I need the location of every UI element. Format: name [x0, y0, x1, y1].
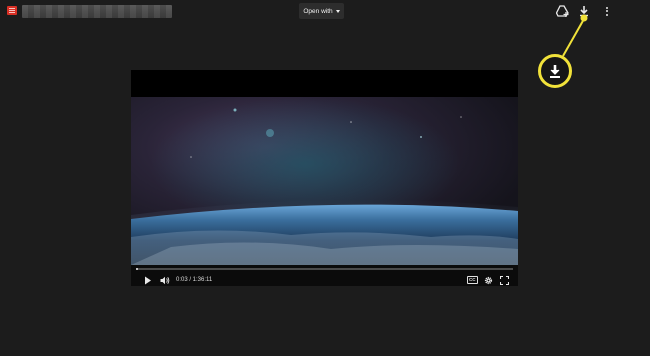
- progress-bar[interactable]: [136, 268, 513, 270]
- download-button[interactable]: [577, 4, 591, 18]
- fullscreen-icon: [500, 275, 509, 285]
- play-button[interactable]: [144, 275, 152, 285]
- volume-icon: [160, 276, 170, 284]
- download-callout-highlight: [538, 54, 572, 88]
- time-display: 0:03 / 1:36:11: [176, 277, 213, 283]
- add-to-drive-icon: [556, 5, 569, 17]
- more-options-button[interactable]: [600, 4, 614, 18]
- open-with-label: Open with: [303, 7, 333, 15]
- more-vert-icon: [606, 6, 608, 16]
- download-icon: [580, 6, 588, 17]
- file-name-blurred: [22, 5, 172, 18]
- earth-from-space-image: [131, 97, 518, 265]
- download-icon: [550, 65, 560, 78]
- settings-button[interactable]: [484, 275, 493, 285]
- file-video-icon: [7, 6, 17, 15]
- video-player[interactable]: 0:03 / 1:36:11 CC: [131, 70, 518, 286]
- chevron-down-icon: [335, 9, 340, 13]
- captions-icon: CC: [467, 276, 478, 284]
- captions-button[interactable]: CC: [467, 275, 478, 285]
- volume-button[interactable]: [160, 275, 170, 285]
- play-icon: [145, 276, 151, 284]
- gear-icon: [484, 276, 493, 284]
- progress-fill: [136, 268, 138, 270]
- open-with-button[interactable]: Open with: [299, 3, 344, 19]
- add-to-drive-button[interactable]: [556, 4, 570, 18]
- top-bar: Open with: [0, 0, 650, 22]
- fullscreen-button[interactable]: [500, 275, 509, 285]
- video-frame[interactable]: [131, 97, 518, 329]
